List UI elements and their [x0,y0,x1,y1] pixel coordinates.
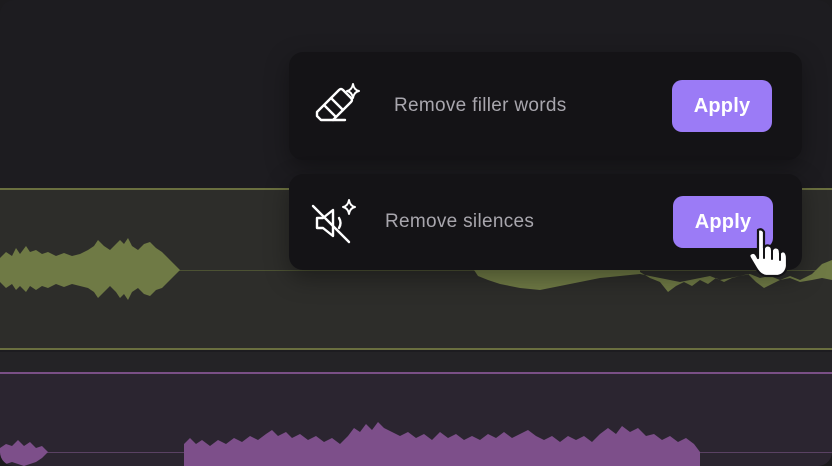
mute-sparkle-icon [307,196,359,248]
audio-track-purple[interactable] [0,372,832,466]
hand-pointer-icon [748,228,788,278]
apply-remove-filler-words-button[interactable]: Apply [672,80,772,132]
action-label: Remove silences [385,211,535,232]
action-card-remove-filler-words: Remove filler words Apply [289,52,802,160]
action-card-remove-silences: Remove silences Apply [289,174,802,270]
action-label: Remove filler words [394,95,567,116]
eraser-sparkle-icon [311,80,363,132]
editor-canvas: Remove filler words Apply Remove silence… [0,0,832,466]
track-gap [0,352,832,372]
waveform-purple [0,422,700,466]
